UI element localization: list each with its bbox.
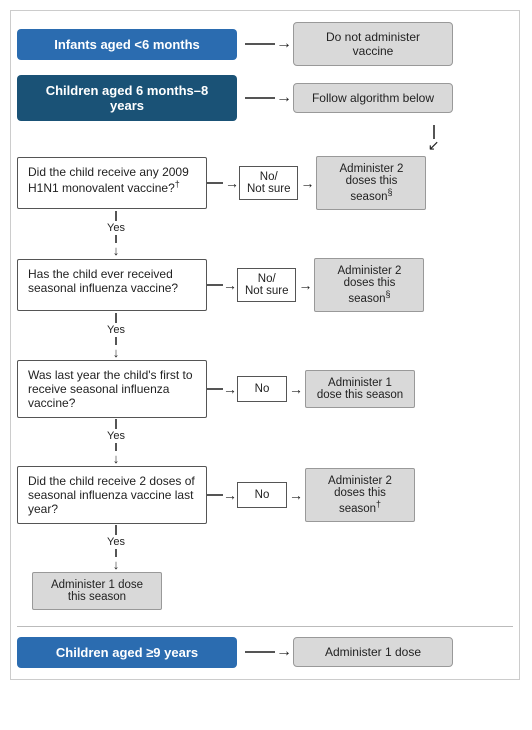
children9plus-action: Administer 1 dose xyxy=(293,637,453,667)
final-action-section: Administer 1 dose this season xyxy=(17,572,513,610)
children6to8-row: Children aged 6 months–8 years → Follow … xyxy=(17,75,513,121)
flowchart: Infants aged <6 months → Do not administ… xyxy=(17,19,513,671)
infants-row: Infants aged <6 months → Do not administ… xyxy=(17,22,513,66)
q2-action: Administer 2 doses this season§ xyxy=(314,258,424,312)
children9plus-row: Children aged ≥9 years → Administer 1 do… xyxy=(17,637,513,668)
q4-no-label: No xyxy=(237,482,287,508)
q1-no-label: No/Not sure xyxy=(239,166,298,200)
q4-section: Did the child receive 2 doses of seasona… xyxy=(17,466,513,572)
q4-action: Administer 2 doses this season† xyxy=(305,468,415,522)
q3-action: Administer 1 dose this season xyxy=(305,370,415,408)
q3-box: Was last year the child's first to recei… xyxy=(17,360,207,418)
q1-section: Did the child receive any 2009 H1N1 mono… xyxy=(17,156,513,258)
q1-yes-label: Yes xyxy=(107,222,125,234)
section-divider xyxy=(17,626,513,627)
final-action-box: Administer 1 dose this season xyxy=(32,572,162,610)
q2-yes-label: Yes xyxy=(107,324,125,336)
children6to8-header: Children aged 6 months–8 years xyxy=(17,75,237,121)
infants-header: Infants aged <6 months xyxy=(17,29,237,60)
q1-box: Did the child receive any 2009 H1N1 mono… xyxy=(17,157,207,209)
q1-action: Administer 2 doses this season§ xyxy=(316,156,426,210)
q2-section: Has the child ever received seasonal inf… xyxy=(17,258,513,360)
infants-action: Do not administer vaccine xyxy=(293,22,453,66)
children6to8-action: Follow algorithm below xyxy=(293,83,453,113)
q4-yes-label: Yes xyxy=(107,536,125,548)
flowchart-container: Infants aged <6 months → Do not administ… xyxy=(10,10,520,680)
q2-no-label: No/Not sure xyxy=(237,268,296,302)
q4-box: Did the child receive 2 doses of seasona… xyxy=(17,466,207,524)
q3-section: Was last year the child's first to recei… xyxy=(17,360,513,466)
q2-box: Has the child ever received seasonal inf… xyxy=(17,259,207,311)
q3-yes-label: Yes xyxy=(107,430,125,442)
children9plus-header: Children aged ≥9 years xyxy=(17,637,237,668)
q3-no-label: No xyxy=(237,376,287,402)
